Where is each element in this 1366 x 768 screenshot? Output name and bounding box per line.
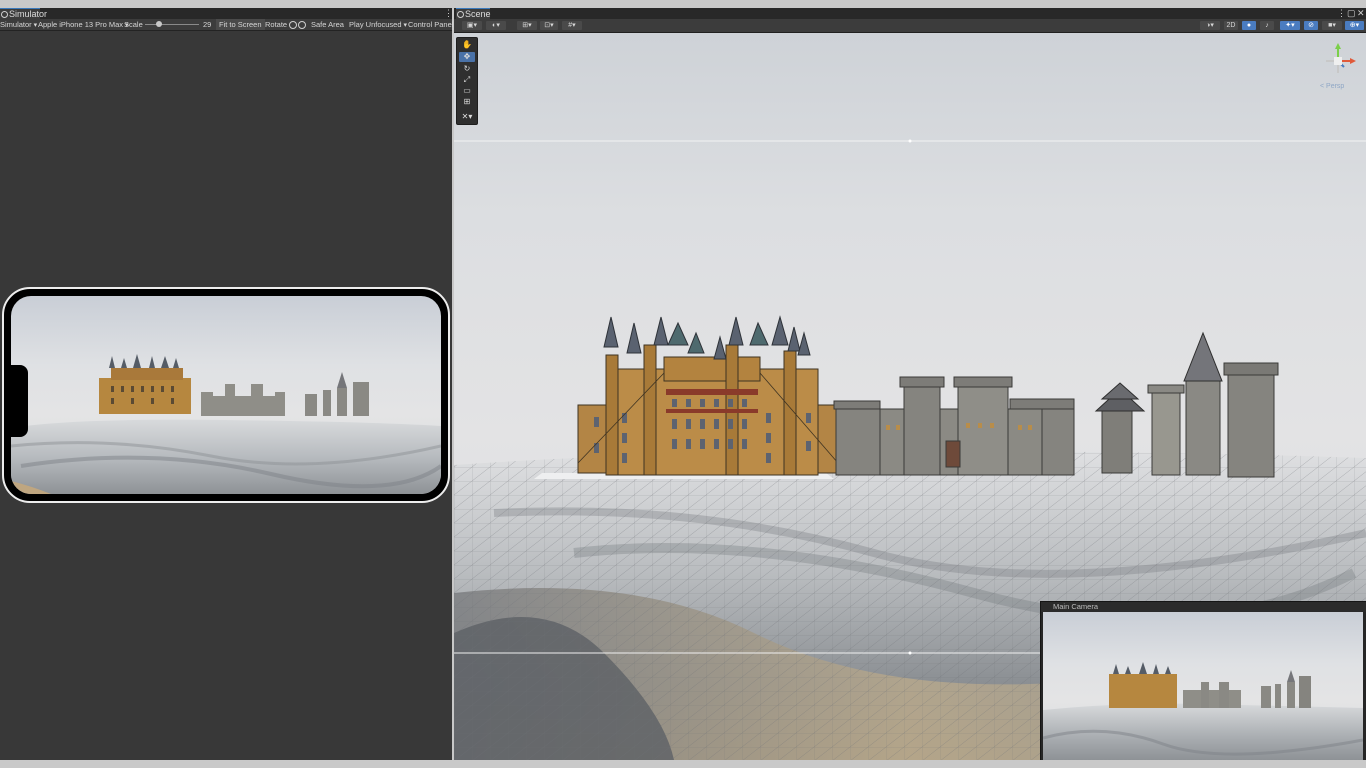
scale-tool-icon[interactable]: ⤢ (459, 75, 475, 85)
rect-tool-icon[interactable]: ▭ (459, 86, 475, 96)
game-view-render (11, 354, 441, 494)
scale-slider-knob[interactable] (156, 21, 162, 27)
scale-slider[interactable] (145, 24, 199, 25)
move-tool-icon[interactable]: ✥ (459, 52, 475, 62)
camera-settings-icon[interactable]: ■▾ (1322, 21, 1342, 30)
bottom-window-strip (0, 760, 1366, 768)
rotate-right-icon[interactable] (298, 21, 306, 29)
hidden-objects-icon[interactable]: ⊘ (1304, 21, 1318, 30)
hand-tool-icon[interactable]: ✋ (459, 40, 475, 50)
tab-scene[interactable]: Scene (456, 8, 491, 19)
kebab-menu-icon[interactable]: ⋮ (444, 8, 453, 19)
view-options-icon[interactable]: ▣▾ (462, 21, 482, 30)
simulator-panel: Simulator ⋮ Simulator Apple iPhone 13 Pr… (0, 8, 453, 760)
audio-toggle-icon[interactable]: ♪ (1260, 21, 1274, 30)
rotate-tool-icon[interactable]: ↻ (459, 64, 475, 74)
simulator-tabbar: Simulator ⋮ (0, 8, 453, 19)
tool-palette: ✋ ✥ ↻ ⤢ ▭ ⊞ ✕▾ (456, 37, 478, 125)
orange-castle (99, 354, 191, 414)
scene-tab-icon (457, 11, 464, 18)
play-focus-dropdown[interactable]: Play Unfocused (349, 19, 407, 30)
2d-toggle[interactable]: 2D (1224, 21, 1238, 30)
transform-tool-icon[interactable]: ⊞ (459, 97, 475, 107)
grid-snapping-icon[interactable]: #▾ (562, 21, 582, 30)
control-panel-button[interactable]: Control Panel (408, 19, 453, 30)
pivot-mode-icon[interactable]: ⊞▾ (517, 21, 537, 30)
safe-area-toggle[interactable]: Safe Area (311, 19, 344, 30)
main-camera-title: Main Camera (1041, 602, 1366, 612)
simulator-tab-label: Simulator (9, 9, 48, 19)
scene-tab-label: Scene (465, 9, 491, 19)
scene-tabbar: Scene ⋮ ▢ ✕ (454, 8, 1366, 19)
device-screen[interactable] (11, 296, 441, 494)
rotate-label: Rotate (265, 20, 288, 29)
stone-towers-model (1094, 331, 1279, 478)
scale-value: 29 (203, 20, 212, 29)
main-camera-preview: Main Camera (1040, 601, 1366, 760)
stone-towers (305, 372, 369, 416)
scale-label: Scale (124, 20, 143, 29)
simulator-mode-dropdown[interactable]: Simulator (0, 19, 37, 30)
device-notch (10, 365, 28, 437)
overlay-menu-icon[interactable]: ◐▾ (486, 21, 506, 30)
scene-panel: Scene ⋮ ▢ ✕ ▣▾ ◐▾ ⊞▾ ⊡▾ #▾ ◑▾ 2D ● ♪ ✦▾ … (454, 8, 1366, 760)
custom-tool-icon[interactable]: ✕▾ (459, 112, 475, 122)
orange-castle-model (577, 315, 839, 476)
lighting-toggle-icon[interactable]: ● (1242, 21, 1256, 30)
top-window-strip (0, 0, 1366, 8)
simulator-tab-icon (1, 11, 8, 18)
main-camera-render (1043, 612, 1363, 760)
projection-label[interactable]: < Persp (1320, 83, 1344, 90)
rotate-left-icon[interactable] (289, 21, 297, 29)
scene-viewport[interactable]: ✋ ✥ ↻ ⤢ ▭ ⊞ ✕▾ < Persp Main Camera (454, 33, 1366, 760)
stone-keep (201, 384, 285, 416)
close-icon[interactable]: ✕ (1357, 8, 1365, 19)
stone-keep-model (833, 376, 1075, 476)
gizmos-toggle-icon[interactable]: ⊕▾ (1345, 21, 1364, 30)
draw-mode-icon[interactable]: ◑▾ (1200, 21, 1220, 30)
maximize-icon[interactable]: ▢ (1347, 8, 1356, 19)
device-frame (2, 287, 450, 503)
pivot-rotation-icon[interactable]: ⊡▾ (540, 21, 558, 30)
fit-to-screen-button[interactable]: Fit to Screen (216, 19, 265, 30)
tab-simulator[interactable]: Simulator (0, 8, 47, 19)
effects-toggle-icon[interactable]: ✦▾ (1280, 21, 1300, 30)
device-dropdown[interactable]: Apple iPhone 13 Pro Max (38, 19, 129, 30)
kebab-menu-icon[interactable]: ⋮ (1337, 8, 1346, 19)
simulator-toolbar: Simulator Apple iPhone 13 Pro Max Scale … (0, 19, 453, 31)
scene-toolbar: ▣▾ ◐▾ ⊞▾ ⊡▾ #▾ ◑▾ 2D ● ♪ ✦▾ ⊘ ■▾ ⊕▾ (454, 19, 1366, 33)
